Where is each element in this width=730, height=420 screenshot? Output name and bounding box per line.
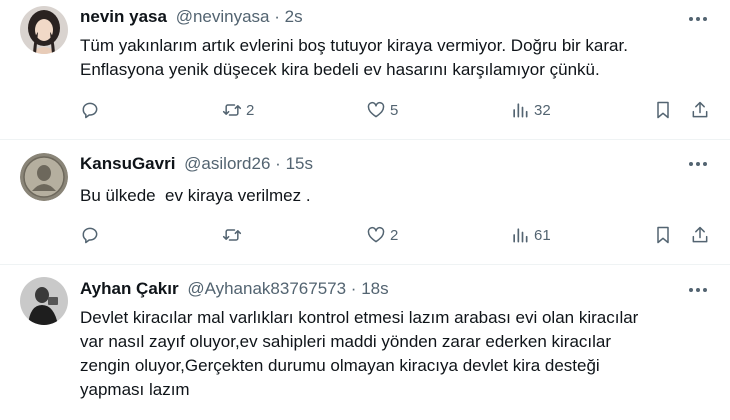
- avatar[interactable]: [20, 277, 68, 325]
- like-button[interactable]: 5: [366, 99, 398, 121]
- bookmark-icon: [653, 100, 673, 120]
- separator-dot: ·: [274, 7, 280, 26]
- avatar[interactable]: [20, 153, 68, 201]
- views-count: 32: [534, 101, 551, 119]
- share-button[interactable]: [690, 224, 710, 246]
- reply-button[interactable]: [80, 99, 104, 121]
- tweet-text-line: Enflasyona yenik düşecek kira bedeli ev …: [80, 60, 600, 79]
- like-button[interactable]: 2: [366, 224, 398, 246]
- tweet-header: KansuGavri @asilord26 · 15s: [80, 153, 313, 175]
- tweet-text-line: yapması lazım: [80, 380, 190, 399]
- retweet-icon: [222, 225, 242, 245]
- more-horizontal-icon[interactable]: [684, 153, 712, 175]
- tweet-header: Ayhan Çakır @Ayhanak83767573 · 18s: [80, 278, 389, 300]
- tweet-text: Devlet kiracılar mal varlıkları kontrol …: [80, 306, 710, 402]
- like-count: 2: [390, 226, 399, 244]
- separator-dot: ·: [275, 154, 281, 173]
- tweet[interactable]: Ayhan Çakır @Ayhanak83767573 · 18s Devle…: [0, 265, 730, 420]
- share-icon: [690, 225, 710, 245]
- views-button[interactable]: 61: [510, 224, 551, 246]
- bookmark-button[interactable]: [653, 99, 673, 121]
- separator-dot: ·: [350, 279, 357, 298]
- analytics-icon: [510, 100, 530, 120]
- timestamp[interactable]: 18s: [361, 279, 388, 298]
- more-horizontal-icon[interactable]: [684, 8, 712, 30]
- display-name[interactable]: nevin yasa: [80, 7, 167, 26]
- heart-icon: [366, 100, 386, 120]
- tweet-text: Bu ülkede ev kiraya verilmez .: [80, 184, 710, 208]
- reply-icon: [80, 225, 100, 245]
- heart-icon: [366, 225, 386, 245]
- tweet-text-line: zengin oluyor,Gerçekten durumu olmayan k…: [80, 356, 600, 375]
- tweet-actions: 2 61: [80, 224, 720, 246]
- user-handle[interactable]: @nevinyasa: [176, 7, 270, 26]
- tweet-actions: 2 5 32: [80, 99, 720, 121]
- views-count: 61: [534, 226, 551, 244]
- bookmark-icon: [653, 225, 673, 245]
- user-handle[interactable]: @Ayhanak83767573: [187, 279, 346, 298]
- reply-button[interactable]: [80, 224, 104, 246]
- tweet-header: nevin yasa @nevinyasa · 2s: [80, 6, 303, 28]
- retweet-icon: [222, 100, 242, 120]
- avatar[interactable]: [20, 6, 68, 54]
- retweet-button[interactable]: [222, 224, 246, 246]
- tweet[interactable]: nevin yasa @nevinyasa · 2s Tüm yakınları…: [0, 0, 730, 139]
- tweet-text: Tüm yakınlarım artık evlerini boş tutuyo…: [80, 34, 710, 82]
- share-button[interactable]: [690, 99, 710, 121]
- more-horizontal-icon[interactable]: [684, 279, 712, 301]
- tweet-text-line: Tüm yakınlarım artık evlerini boş tutuyo…: [80, 36, 628, 55]
- retweet-button[interactable]: 2: [222, 99, 254, 121]
- display-name[interactable]: KansuGavri: [80, 154, 175, 173]
- tweet-text-line: var nasıl zayıf oluyor,ev sahipleri madd…: [80, 332, 612, 351]
- tweet-text-line: Bu ülkede ev kiraya verilmez .: [80, 186, 311, 205]
- user-handle[interactable]: @asilord26: [184, 154, 270, 173]
- like-count: 5: [390, 101, 399, 119]
- share-icon: [690, 100, 710, 120]
- analytics-icon: [510, 225, 530, 245]
- tweet-text-line: Devlet kiracılar mal varlıkları kontrol …: [80, 308, 639, 327]
- retweet-count: 2: [246, 101, 255, 119]
- bookmark-button[interactable]: [653, 224, 673, 246]
- views-button[interactable]: 32: [510, 99, 551, 121]
- tweet[interactable]: KansuGavri @asilord26 · 15s Bu ülkede ev…: [0, 140, 730, 264]
- display-name[interactable]: Ayhan Çakır: [80, 279, 179, 298]
- timestamp[interactable]: 2s: [285, 7, 303, 26]
- reply-icon: [80, 100, 100, 120]
- timestamp[interactable]: 15s: [286, 154, 313, 173]
